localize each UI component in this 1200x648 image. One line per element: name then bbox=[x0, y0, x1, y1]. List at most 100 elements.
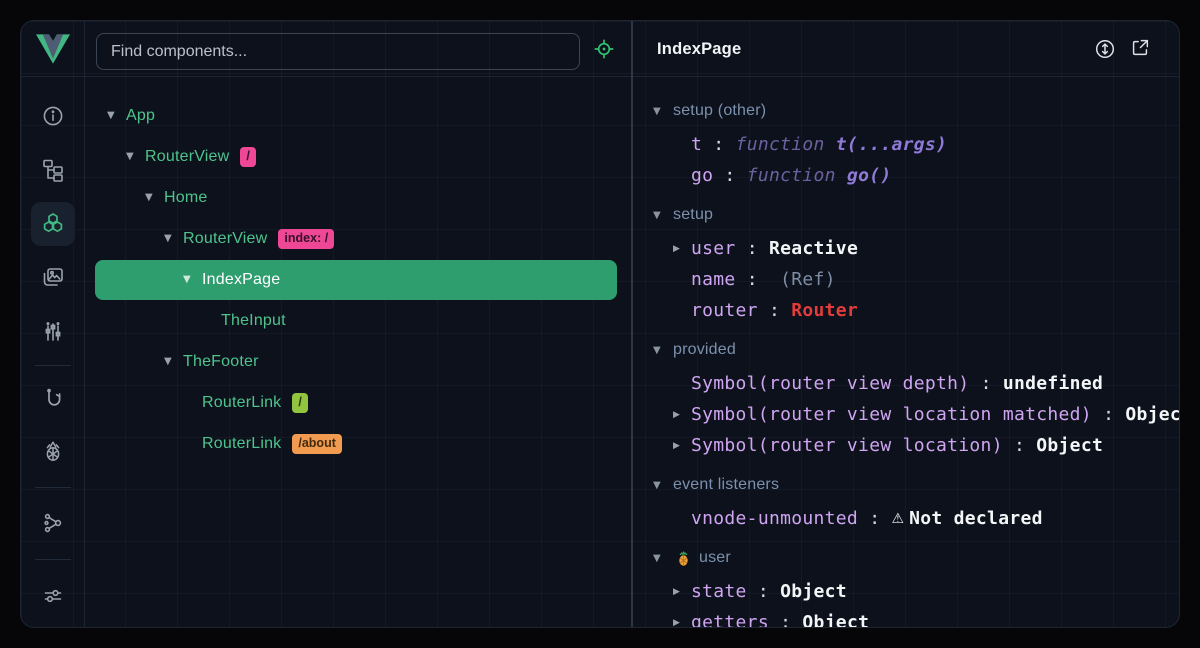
sidebar-tab-pages[interactable] bbox=[31, 148, 75, 192]
state-value: undefined bbox=[1003, 373, 1103, 394]
target-crosshair-icon bbox=[593, 38, 615, 60]
caret-down-icon[interactable]: ▼ bbox=[145, 178, 164, 218]
caret-right-icon[interactable]: ▶ bbox=[673, 587, 691, 597]
pinia-pineapple-icon bbox=[41, 439, 65, 463]
tree-row[interactable]: RouterLink / bbox=[95, 383, 617, 423]
state-row[interactable]: vnode-unmounted : ⚠ Not declared bbox=[633, 503, 1179, 534]
state-row[interactable]: name : (Ref) bbox=[633, 264, 1179, 295]
inspector-section: ▼user▶state : Object▶getters : Object bbox=[633, 540, 1179, 627]
caret-down-icon: ▼ bbox=[653, 106, 673, 117]
component-name: IndexPage bbox=[202, 260, 280, 300]
state-value: function bbox=[736, 134, 836, 155]
caret-down-icon[interactable]: ▼ bbox=[107, 96, 126, 136]
sidebar-tab-components[interactable] bbox=[31, 202, 75, 246]
page-tree-icon bbox=[41, 158, 65, 182]
caret-right-icon[interactable]: ▶ bbox=[673, 244, 691, 254]
section-title: setup (other) bbox=[673, 102, 766, 120]
pinia-store-icon bbox=[675, 550, 695, 567]
tree-row[interactable]: ▼App bbox=[95, 96, 617, 136]
section-header[interactable]: ▼event listeners bbox=[633, 467, 1179, 503]
state-row[interactable]: ▶Symbol(router view location matched) : … bbox=[633, 399, 1179, 430]
route-badge: /about bbox=[292, 434, 342, 454]
state-key: user bbox=[691, 238, 736, 259]
state-key: router bbox=[691, 300, 758, 321]
state-value: Object bbox=[802, 612, 869, 627]
tree-row[interactable]: ▼IndexPage bbox=[95, 260, 617, 300]
sidebar-divider bbox=[35, 487, 71, 488]
route-badge: / bbox=[292, 393, 307, 413]
state-row[interactable]: t : function t(...args) bbox=[633, 129, 1179, 160]
tree-toolbar bbox=[85, 21, 631, 77]
component-name: RouterLink bbox=[202, 424, 281, 464]
component-name: App bbox=[126, 96, 155, 136]
state-row[interactable]: ▶user : Reactive bbox=[633, 233, 1179, 264]
search-input[interactable] bbox=[96, 33, 580, 70]
section-header[interactable]: ▼user bbox=[633, 540, 1179, 576]
state-key: Symbol(router view location) bbox=[691, 435, 1003, 456]
state-row[interactable]: go : function go() bbox=[633, 160, 1179, 191]
open-in-editor-button[interactable] bbox=[1129, 37, 1153, 61]
sidebar bbox=[21, 21, 85, 627]
tree-row[interactable]: RouterLink/about bbox=[95, 424, 617, 464]
caret-right-icon[interactable]: ▶ bbox=[673, 618, 691, 628]
state-key: Symbol(router view depth) bbox=[691, 373, 969, 394]
section-title: setup bbox=[673, 206, 713, 224]
section-header[interactable]: ▼setup bbox=[633, 197, 1179, 233]
sidebar-tab-assets[interactable] bbox=[31, 256, 75, 300]
colon-separator: : bbox=[1003, 435, 1036, 456]
sidebar-tab-timeline[interactable] bbox=[31, 310, 75, 354]
state-row[interactable]: router : Router bbox=[633, 295, 1179, 326]
section-header[interactable]: ▼setup (other) bbox=[633, 93, 1179, 129]
state-key: vnode-unmounted bbox=[691, 508, 858, 529]
state-row[interactable]: Symbol(router view depth) : undefined bbox=[633, 368, 1179, 399]
sidebar-tab-overview[interactable] bbox=[31, 94, 75, 138]
tree-indent bbox=[95, 444, 183, 445]
inspect-dom-button[interactable] bbox=[593, 38, 615, 60]
tree-row[interactable]: ▼RouterView / bbox=[95, 137, 617, 177]
state-key: getters bbox=[691, 612, 769, 627]
caret-down-icon: ▼ bbox=[653, 210, 673, 221]
colon-separator: : bbox=[747, 581, 780, 602]
caret-down-icon[interactable]: ▼ bbox=[183, 260, 202, 300]
tree-row[interactable]: ▼TheFooter bbox=[95, 342, 617, 382]
tree-indent bbox=[95, 157, 126, 158]
route-badge: / bbox=[240, 147, 255, 167]
inspector-section: ▼event listenersvnode-unmounted : ⚠ Not … bbox=[633, 467, 1179, 534]
caret-down-icon[interactable]: ▼ bbox=[126, 137, 145, 177]
assets-images-icon bbox=[41, 266, 65, 290]
sidebar-tab-pinia[interactable] bbox=[31, 429, 75, 473]
sidebar-divider bbox=[35, 559, 71, 560]
sidebar-tab-router[interactable] bbox=[31, 377, 75, 421]
section-header[interactable]: ▼provided bbox=[633, 332, 1179, 368]
inspector-section: ▼providedSymbol(router view depth) : und… bbox=[633, 332, 1179, 461]
tree-row[interactable]: TheInput bbox=[95, 301, 617, 341]
sidebar-tab-settings[interactable] bbox=[31, 574, 75, 618]
component-name: RouterLink bbox=[202, 383, 281, 423]
module-graph-icon bbox=[41, 511, 65, 535]
caret-right-icon[interactable]: ▶ bbox=[673, 441, 691, 451]
sidebar-tab-graph[interactable] bbox=[31, 501, 75, 545]
tree-row[interactable]: ▼RouterView index: / bbox=[95, 219, 617, 259]
component-name: RouterView bbox=[145, 137, 229, 177]
state-key: go bbox=[691, 165, 713, 186]
component-name: RouterView bbox=[183, 219, 267, 259]
colon-separator: : bbox=[969, 373, 1002, 394]
tree-indent bbox=[95, 321, 202, 322]
state-row[interactable]: ▶getters : Object bbox=[633, 607, 1179, 627]
caret-down-icon[interactable]: ▼ bbox=[164, 342, 183, 382]
tree-indent bbox=[95, 362, 164, 363]
caret-right-icon[interactable]: ▶ bbox=[673, 410, 691, 420]
state-row[interactable]: ▶Symbol(router view location) : Object bbox=[633, 430, 1179, 461]
route-badge: index: / bbox=[278, 229, 334, 249]
state-row[interactable]: ▶state : Object bbox=[633, 576, 1179, 607]
warning-icon: ⚠ bbox=[891, 511, 909, 527]
tree-row[interactable]: ▼Home bbox=[95, 178, 617, 218]
caret-down-icon[interactable]: ▼ bbox=[164, 219, 183, 259]
inspector-section: ▼setup▶user : Reactivename : (Ref)router… bbox=[633, 197, 1179, 326]
state-value: go() bbox=[847, 165, 892, 186]
scroll-to-component-button[interactable] bbox=[1093, 37, 1117, 61]
state-key: Symbol(router view location matched) bbox=[691, 404, 1092, 425]
caret-down-icon: ▼ bbox=[653, 345, 673, 356]
state-key: name bbox=[691, 269, 736, 290]
inspector-section: ▼setup (other)t : function t(...args)go … bbox=[633, 93, 1179, 191]
